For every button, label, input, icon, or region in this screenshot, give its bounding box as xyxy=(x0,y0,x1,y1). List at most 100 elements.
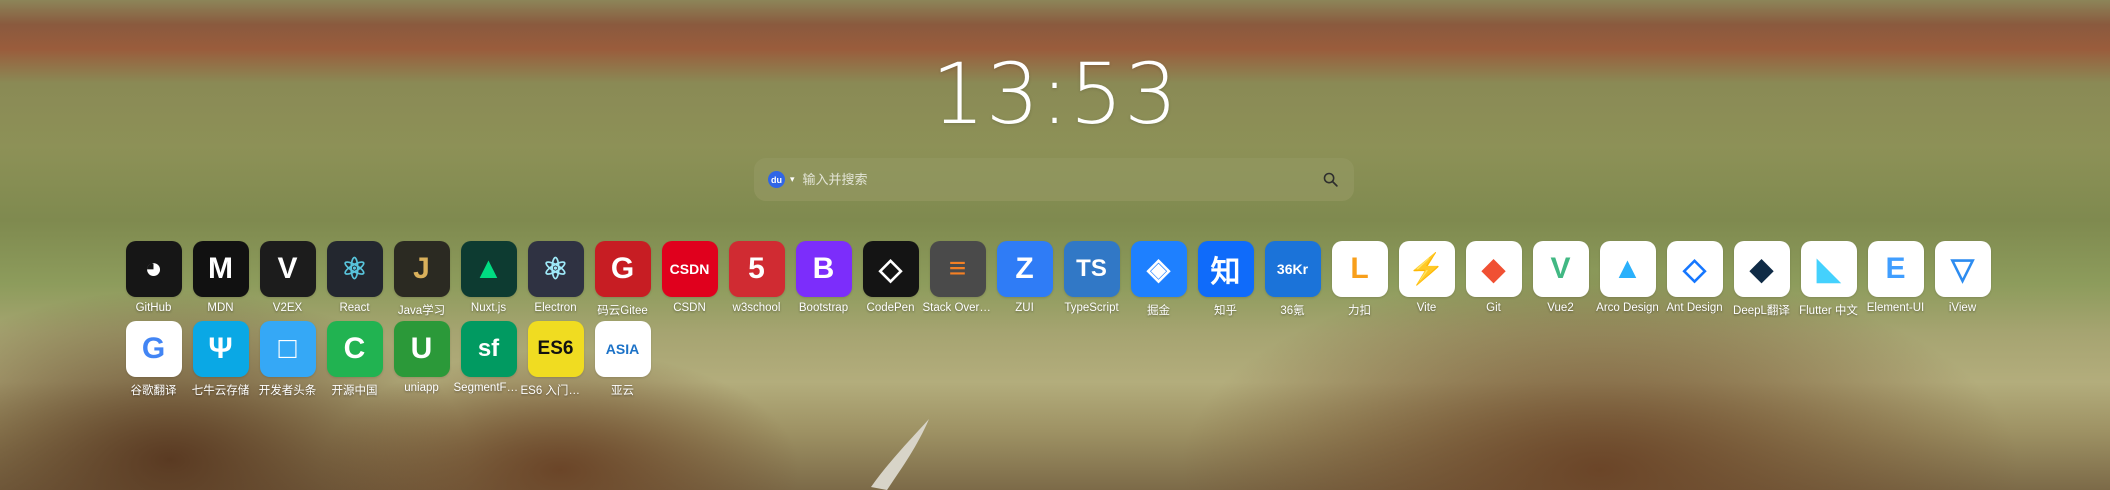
codepen-icon[interactable]: ◇ xyxy=(862,241,919,297)
shortcut-tile[interactable]: ▲ Nuxt.js xyxy=(455,241,522,321)
baidu-icon[interactable]: du xyxy=(768,171,785,188)
iview-icon[interactable]: ▽ xyxy=(1934,241,1991,297)
shortcut-tile[interactable]: 5 w3school xyxy=(723,241,790,321)
shortcut-label: Ant Design xyxy=(1666,302,1723,314)
shortcut-label: w3school xyxy=(732,302,781,314)
google-translate-icon[interactable]: G xyxy=(125,321,182,377)
search-bar[interactable]: du ▾ xyxy=(754,158,1354,201)
shortcut-row: G 谷歌翻译 Ψ 七牛云存储 □ 开发者头条 C 开源中国 Uuniapp sf SegmentFa… xyxy=(120,321,1996,401)
shortcut-tile[interactable]: 36Kr 36氪 xyxy=(1259,241,1326,321)
shortcut-tile[interactable]: ◣ Flutter 中文 xyxy=(1795,241,1862,321)
nuxt-icon[interactable]: ▲ xyxy=(460,241,517,297)
shortcut-tile[interactable]: Uuniapp xyxy=(388,321,455,401)
shortcut-tile[interactable]: CSDN CSDN xyxy=(656,241,723,321)
shortcut-tile[interactable]: J Java学习 xyxy=(388,241,455,321)
vue-icon[interactable]: V xyxy=(1532,241,1589,297)
es6-icon[interactable]: ES6 xyxy=(527,321,584,377)
mdn-icon[interactable]: M xyxy=(192,241,249,297)
deepl-icon[interactable]: ◆ xyxy=(1733,241,1790,297)
shortcut-tile[interactable]: ⚡ Vite xyxy=(1393,241,1460,321)
stackoverflow-icon[interactable]: ≡ xyxy=(929,241,986,297)
shortcut-tile[interactable]: B Bootstrap xyxy=(790,241,857,321)
shortcut-tile[interactable]: C 开源中国 xyxy=(321,321,388,401)
shortcut-tile[interactable]: ES6 ES6 入门教程 xyxy=(520,321,591,401)
v2ex-icon[interactable]: V xyxy=(259,241,316,297)
github-icon[interactable]: ◕ xyxy=(125,241,182,297)
uniapp-icon[interactable]: U xyxy=(393,321,450,377)
ant-design-icon[interactable]: ◇ xyxy=(1666,241,1723,297)
shortcut-tile[interactable]: L 力扣 xyxy=(1326,241,1393,321)
shortcut-label: CSDN xyxy=(673,302,706,314)
leetcode-icon[interactable]: L xyxy=(1331,241,1388,297)
shortcut-label: iView xyxy=(1948,302,1977,314)
36kr-icon[interactable]: 36Kr xyxy=(1264,241,1321,297)
shortcut-tile[interactable]: ◆ DeepL翻译 xyxy=(1728,241,1795,321)
typescript-icon[interactable]: TS xyxy=(1063,241,1120,297)
shortcut-tile[interactable]: M MDN xyxy=(187,241,254,321)
shortcut-tile[interactable]: 知知乎 xyxy=(1192,241,1259,321)
juejin-icon[interactable]: ◈ xyxy=(1130,241,1187,297)
shortcut-tile[interactable]: ◈ 掘金 xyxy=(1125,241,1192,321)
shortcut-label: 七牛云存储 xyxy=(191,385,250,397)
shortcut-tile[interactable]: ASIA 亚云 xyxy=(589,321,656,401)
shortcut-tile[interactable]: sf SegmentFault xyxy=(453,321,524,401)
shortcut-tile[interactable]: ≡ Stack Overflow xyxy=(923,241,993,321)
zui-icon[interactable]: Z xyxy=(996,241,1053,297)
shortcut-row: ◕ GitHub M MDN V V2EX ⚛ React J Java学习 ▲ Nuxt.js ⚛ El… xyxy=(120,241,1996,321)
csdn-icon[interactable]: CSDN xyxy=(661,241,718,297)
shortcut-tile[interactable]: ⚛ React xyxy=(321,241,388,321)
shortcut-tile[interactable]: ◕ GitHub xyxy=(120,241,187,321)
shortcut-tile[interactable]: Z ZUI xyxy=(991,241,1058,321)
shortcut-tile[interactable]: ▽ iView xyxy=(1929,241,1996,321)
java-icon[interactable]: J xyxy=(393,241,450,297)
search-icon[interactable] xyxy=(1320,170,1340,190)
segmentfault-icon[interactable]: sf xyxy=(460,321,517,377)
bootstrap-icon[interactable]: B xyxy=(795,241,852,297)
electron-icon[interactable]: ⚛ xyxy=(527,241,584,297)
zhihu-icon[interactable]: 知 xyxy=(1197,241,1254,297)
git-icon[interactable]: ◆ xyxy=(1465,241,1522,297)
shortcut-tile[interactable]: ◇ Ant Design xyxy=(1661,241,1728,321)
qiniu-icon[interactable]: Ψ xyxy=(192,321,249,377)
vite-icon[interactable]: ⚡ xyxy=(1398,241,1455,297)
arco-design-icon[interactable]: ▲ xyxy=(1599,241,1656,297)
shortcut-tile[interactable]: ◇ CodePen xyxy=(857,241,924,321)
react-icon[interactable]: ⚛ xyxy=(326,241,383,297)
shortcut-tile[interactable]: V V2EX xyxy=(254,241,321,321)
shortcut-label: 码云Gitee xyxy=(597,305,648,317)
shortcut-tile[interactable]: ◆ Git xyxy=(1460,241,1527,321)
shortcut-label: Java学习 xyxy=(397,305,446,317)
shortcut-label: ES6 入门教程 xyxy=(520,385,591,397)
shortcut-label: Nuxt.js xyxy=(470,302,507,314)
shortcut-tile[interactable]: □ 开发者头条 xyxy=(254,321,321,401)
search-input[interactable] xyxy=(800,171,1320,188)
bison-horn xyxy=(871,419,929,490)
shortcut-tile[interactable]: ⚛ Electron xyxy=(522,241,589,321)
shortcut-label: Git xyxy=(1486,302,1501,314)
shortcut-label: 谷歌翻译 xyxy=(130,385,177,397)
oschina-icon[interactable]: C xyxy=(326,321,383,377)
shortcut-tile[interactable]: G 谷歌翻译 xyxy=(120,321,187,401)
toutiao-dev-icon[interactable]: □ xyxy=(259,321,316,377)
shortcut-tile[interactable]: TS TypeScript xyxy=(1058,241,1125,321)
shortcut-tile[interactable]: E Element-UI xyxy=(1862,241,1929,321)
shortcut-tile[interactable]: G 码云Gitee xyxy=(589,241,656,321)
shortcut-tile[interactable]: ▲ Arco Design xyxy=(1594,241,1661,321)
gitee-icon[interactable]: G xyxy=(594,241,651,297)
w3school-icon[interactable]: 5 xyxy=(728,241,785,297)
asia-cloud-icon[interactable]: ASIA xyxy=(594,321,651,377)
shortcut-tile[interactable]: V Vue2 xyxy=(1527,241,1594,321)
shortcut-label: DeepL翻译 xyxy=(1733,305,1790,317)
clock-time: 13:53 xyxy=(931,45,1179,143)
shortcut-label: 36氪 xyxy=(1280,305,1305,317)
element-ui-icon[interactable]: E xyxy=(1867,241,1924,297)
shortcut-label: Flutter 中文 xyxy=(1799,305,1858,317)
shortcut-label: SegmentFault xyxy=(453,382,524,394)
shortcut-tile[interactable]: Ψ 七牛云存储 xyxy=(187,321,254,401)
flutter-icon[interactable]: ◣ xyxy=(1800,241,1857,297)
shortcut-label: CodePen xyxy=(866,302,915,314)
chevron-down-icon[interactable]: ▾ xyxy=(790,174,795,185)
shortcut-label: GitHub xyxy=(135,302,172,314)
shortcut-label: Vite xyxy=(1416,302,1437,314)
shortcut-label: 力扣 xyxy=(1348,305,1371,317)
